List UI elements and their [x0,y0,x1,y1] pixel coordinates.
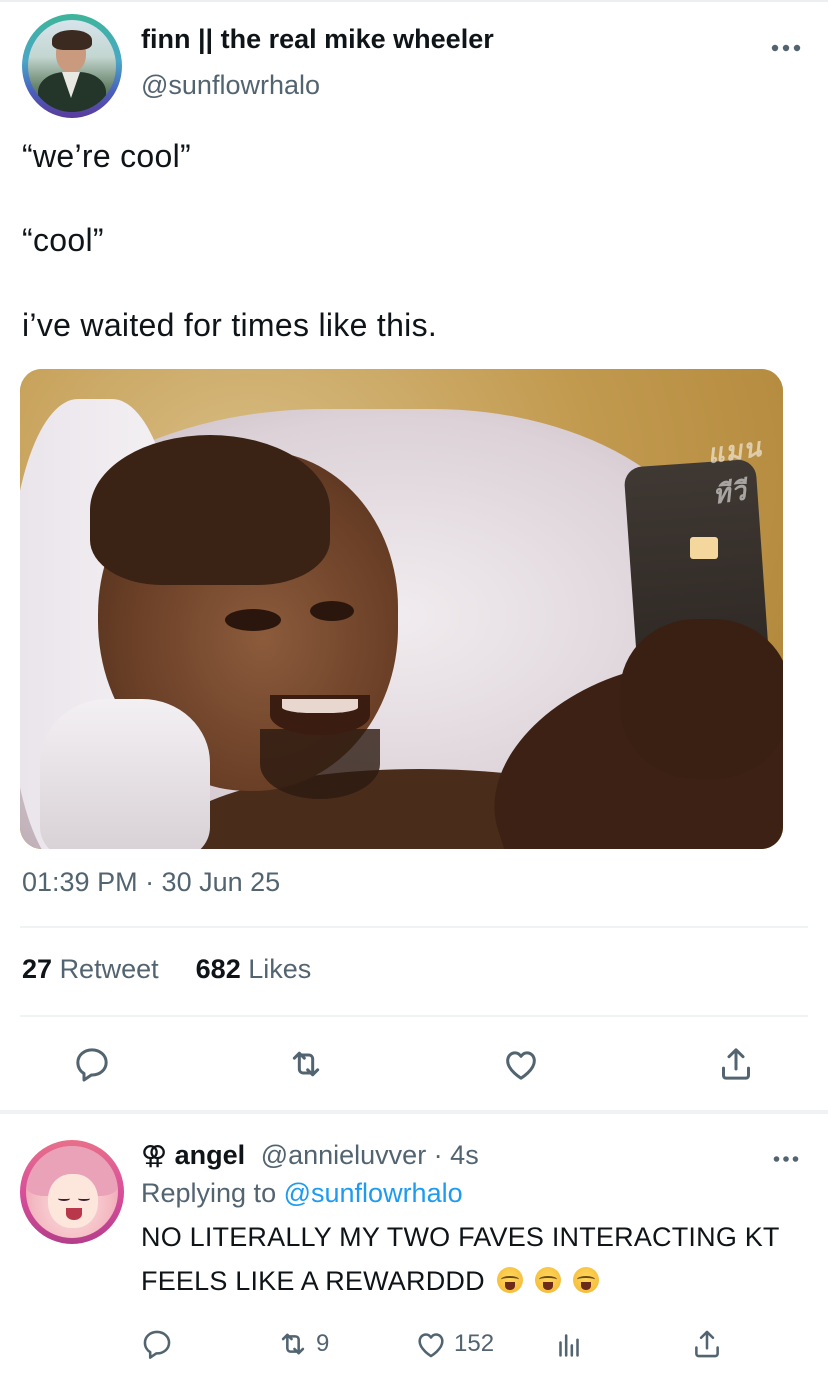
replying-to: Replying to @sunflowrhalo [141,1178,463,1208]
top-border [0,0,828,2]
author-avatar[interactable] [22,14,122,118]
share-button[interactable] [712,1040,760,1088]
like-icon [506,1051,536,1080]
more-icon [773,1156,799,1162]
reply-more-options-button[interactable] [766,1144,806,1174]
views-icon [559,1334,579,1357]
author-handle[interactable]: @sunflowrhalo [141,70,320,101]
retweet-stat[interactable]: 27 Retweet [22,954,159,984]
reply-reply-button[interactable] [140,1324,174,1364]
reply-retweet-button[interactable]: 9 [276,1324,329,1364]
retweet-count: 9 [316,1330,330,1357]
retweet-button[interactable] [282,1040,330,1088]
reply-icon [76,1048,108,1082]
reply-header: ⚢ angel @annieluvver · 4s [141,1140,479,1171]
tweet-stats: 27 Retweet 682 Likes [22,954,311,985]
like-button[interactable] [497,1040,545,1088]
author-name[interactable]: finn || the real mike wheeler [141,24,494,55]
reply-author-avatar[interactable] [20,1140,124,1244]
tweet-timestamp[interactable]: 01:39 PM · 30 Jun 25 [22,867,280,898]
share-icon [695,1330,719,1358]
more-icon [771,44,801,52]
crying-emoji-icon [496,1267,523,1293]
likes-stat[interactable]: 682 Likes [196,954,312,984]
tweet-media-gif[interactable]: แมน ทีวี [20,369,783,849]
share-icon [722,1048,750,1080]
avatar-photo [26,1146,118,1238]
retweet-icon [292,1051,320,1077]
reply-text-line: FEELS LIKE A REWARDDD [141,1266,599,1297]
retweet-icon [281,1333,305,1355]
media-watermark: แมน ทีวี [705,431,764,510]
crying-emoji-icon [534,1267,561,1293]
name-symbol: ⚢ [141,1140,168,1170]
crying-emoji-icon [572,1267,599,1293]
reply-text-line: NO LITERALLY MY TWO FAVES INTERACTING KT [141,1222,780,1252]
like-count: 152 [454,1330,495,1357]
reply-like-button[interactable]: 152 [414,1324,494,1364]
reply-button[interactable] [68,1040,116,1088]
more-options-button[interactable] [766,30,806,66]
reply-views-button[interactable] [552,1324,586,1364]
mention-link[interactable]: @sunflowrhalo [284,1178,463,1208]
reply-author-handle[interactable]: @annieluvver · 4s [261,1140,479,1170]
divider [20,926,808,928]
divider [20,1015,808,1017]
reply-share-button[interactable] [690,1324,724,1364]
reply-author-name[interactable]: angel [175,1140,246,1170]
tweet-text-line: “cool” [22,222,104,258]
section-divider [0,1110,828,1114]
tweet-text-line: i’ve waited for times like this. [22,307,438,343]
reply-icon [143,1330,171,1359]
like-icon [418,1333,444,1358]
tweet-text-line: “we’re cool” [22,138,191,174]
avatar-photo [28,20,116,112]
